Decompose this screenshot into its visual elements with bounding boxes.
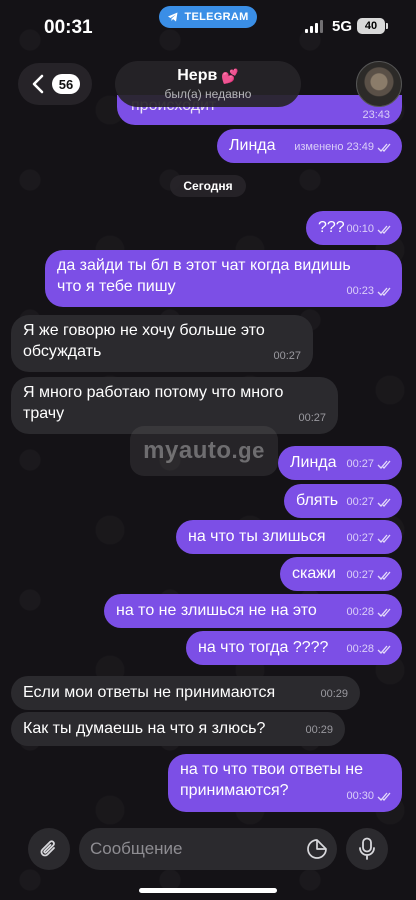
message-meta: 00:28 xyxy=(346,639,392,660)
message-text: Как ты думаешь на что я злюсь? xyxy=(23,720,266,737)
double-check-icon xyxy=(377,608,391,617)
voice-message-button[interactable] xyxy=(346,828,388,870)
message-text: на то не злишься не на это xyxy=(116,602,317,619)
date-separator: Сегодня xyxy=(170,175,246,197)
message-time: 00:27 xyxy=(298,412,326,424)
message-bubble[interactable]: Линда изменено 23:49 xyxy=(217,129,402,163)
unread-count-badge: 56 xyxy=(52,74,80,94)
microphone-icon xyxy=(359,837,375,860)
paperclip-icon xyxy=(40,840,55,857)
message-time: 00:28 xyxy=(346,643,374,655)
message-time: 00:28 xyxy=(346,606,374,618)
message-time: 00:10 xyxy=(346,223,374,235)
message-text: на что тогда ???? xyxy=(198,639,329,656)
message-time: 00:27 xyxy=(273,350,301,362)
message-bubble[interactable]: да зайди ты бл в этот чат когда видишь ч… xyxy=(45,250,402,307)
message-meta: 00:27 xyxy=(273,346,301,367)
message-meta: 00:30 xyxy=(346,786,392,807)
edited-label: изменено xyxy=(294,141,344,153)
message-time: 23:49 xyxy=(346,141,374,153)
message-text-line: да зайди ты бл в этот чат когда видишь xyxy=(57,257,351,274)
battery-level: 40 xyxy=(364,20,378,32)
message-time: 00:29 xyxy=(305,724,333,736)
message-meta: 00:28 xyxy=(346,602,392,623)
message-text: ??? xyxy=(318,219,345,236)
message-time: 00:27 xyxy=(346,532,374,544)
message-bubble[interactable]: на что тогда ???? 00:28 xyxy=(186,631,402,665)
message-bubble[interactable]: Как ты думаешь на что я злюсь? 00:29 xyxy=(11,712,345,746)
message-text: блять xyxy=(296,492,339,509)
app-indicator-pill[interactable]: TELEGRAM xyxy=(159,6,257,28)
double-check-icon xyxy=(377,287,391,296)
app-indicator-label: TELEGRAM xyxy=(184,11,249,23)
double-check-icon xyxy=(377,225,391,234)
message-meta: 00:29 xyxy=(320,684,348,705)
message-time: 00:27 xyxy=(346,458,374,470)
battery-icon: 40 xyxy=(357,18,388,34)
attach-button[interactable] xyxy=(28,828,70,870)
message-text-line: Я много работаю потому что много xyxy=(23,384,284,401)
message-time: 00:23 xyxy=(346,285,374,297)
message-text-line: что я тебе пишу xyxy=(57,278,176,295)
avatar[interactable] xyxy=(356,61,402,107)
message-time: 00:29 xyxy=(320,688,348,700)
message-meta: 00:27 xyxy=(346,565,392,586)
double-check-icon xyxy=(377,571,391,580)
message-text: Линда xyxy=(290,454,337,471)
message-meta: 00:27 xyxy=(346,454,392,475)
message-bubble[interactable]: блять 00:27 xyxy=(284,484,402,518)
message-time: 00:27 xyxy=(346,569,374,581)
sticker-icon[interactable] xyxy=(306,838,328,860)
message-bubble[interactable]: ??? 00:10 xyxy=(306,211,402,245)
contact-status: был(а) недавно xyxy=(164,87,252,101)
message-time: 00:27 xyxy=(346,496,374,508)
partial-message-time: 23:43 xyxy=(362,109,390,121)
message-meta: 00:23 xyxy=(346,281,392,302)
message-text-line: Я же говорю не хочу больше это xyxy=(23,322,265,339)
chevron-left-icon xyxy=(32,74,44,94)
message-text: скажи xyxy=(292,565,336,582)
message-bubble[interactable]: Если мои ответы не принимаются 00:29 xyxy=(11,676,360,710)
back-button[interactable]: 56 xyxy=(18,63,92,105)
watermark-logo: myauto .ge xyxy=(130,426,278,476)
message-meta: 00:27 xyxy=(346,492,392,513)
message-text: Линда xyxy=(229,137,276,154)
message-bubble[interactable]: на что ты злишься 00:27 xyxy=(176,520,402,554)
network-type: 5G xyxy=(332,18,353,35)
message-time: 00:30 xyxy=(346,790,374,802)
double-check-icon xyxy=(377,460,391,469)
message-meta: 00:10 xyxy=(346,219,392,240)
home-indicator[interactable] xyxy=(139,888,277,893)
contact-emoji: 💕 xyxy=(221,67,239,84)
message-meta: 00:29 xyxy=(305,720,333,741)
chat-title[interactable]: Нерв 💕 был(а) недавно xyxy=(115,61,301,107)
status-bar: 00:31 TELEGRAM 5G 40 xyxy=(0,0,416,56)
double-check-icon xyxy=(377,792,391,801)
double-check-icon xyxy=(377,498,391,507)
message-bubble[interactable]: Я же говорю не хочу больше это обсуждать… xyxy=(11,315,313,372)
double-check-icon xyxy=(377,534,391,543)
status-time: 00:31 xyxy=(44,17,93,38)
message-bubble[interactable]: скажи 00:27 xyxy=(280,557,402,591)
double-check-icon xyxy=(377,143,391,152)
message-meta: изменено 23:49 xyxy=(294,137,392,158)
message-text: Если мои ответы не принимаются xyxy=(23,684,276,701)
message-bubble[interactable]: на то не злишься не на это 00:28 xyxy=(104,594,402,628)
message-bubble[interactable]: Линда 00:27 xyxy=(278,446,402,480)
watermark-suffix: .ge xyxy=(231,438,265,463)
message-meta: 00:27 xyxy=(346,528,392,549)
message-input-box[interactable] xyxy=(79,828,337,870)
contact-name: Нерв xyxy=(177,67,218,84)
watermark-main: myauto xyxy=(143,437,232,464)
message-text-line: на то что твои ответы не xyxy=(180,761,363,778)
message-text: на что ты злишься xyxy=(188,528,326,545)
message-meta: 00:27 xyxy=(298,408,326,429)
message-text-line: трачу xyxy=(23,405,65,422)
signal-icon xyxy=(305,20,323,33)
telegram-icon xyxy=(168,12,178,22)
message-bubble[interactable]: на то что твои ответы не принимаются? 00… xyxy=(168,754,402,812)
double-check-icon xyxy=(377,645,391,654)
message-text-line: обсуждать xyxy=(23,343,102,360)
message-input[interactable] xyxy=(90,839,290,859)
